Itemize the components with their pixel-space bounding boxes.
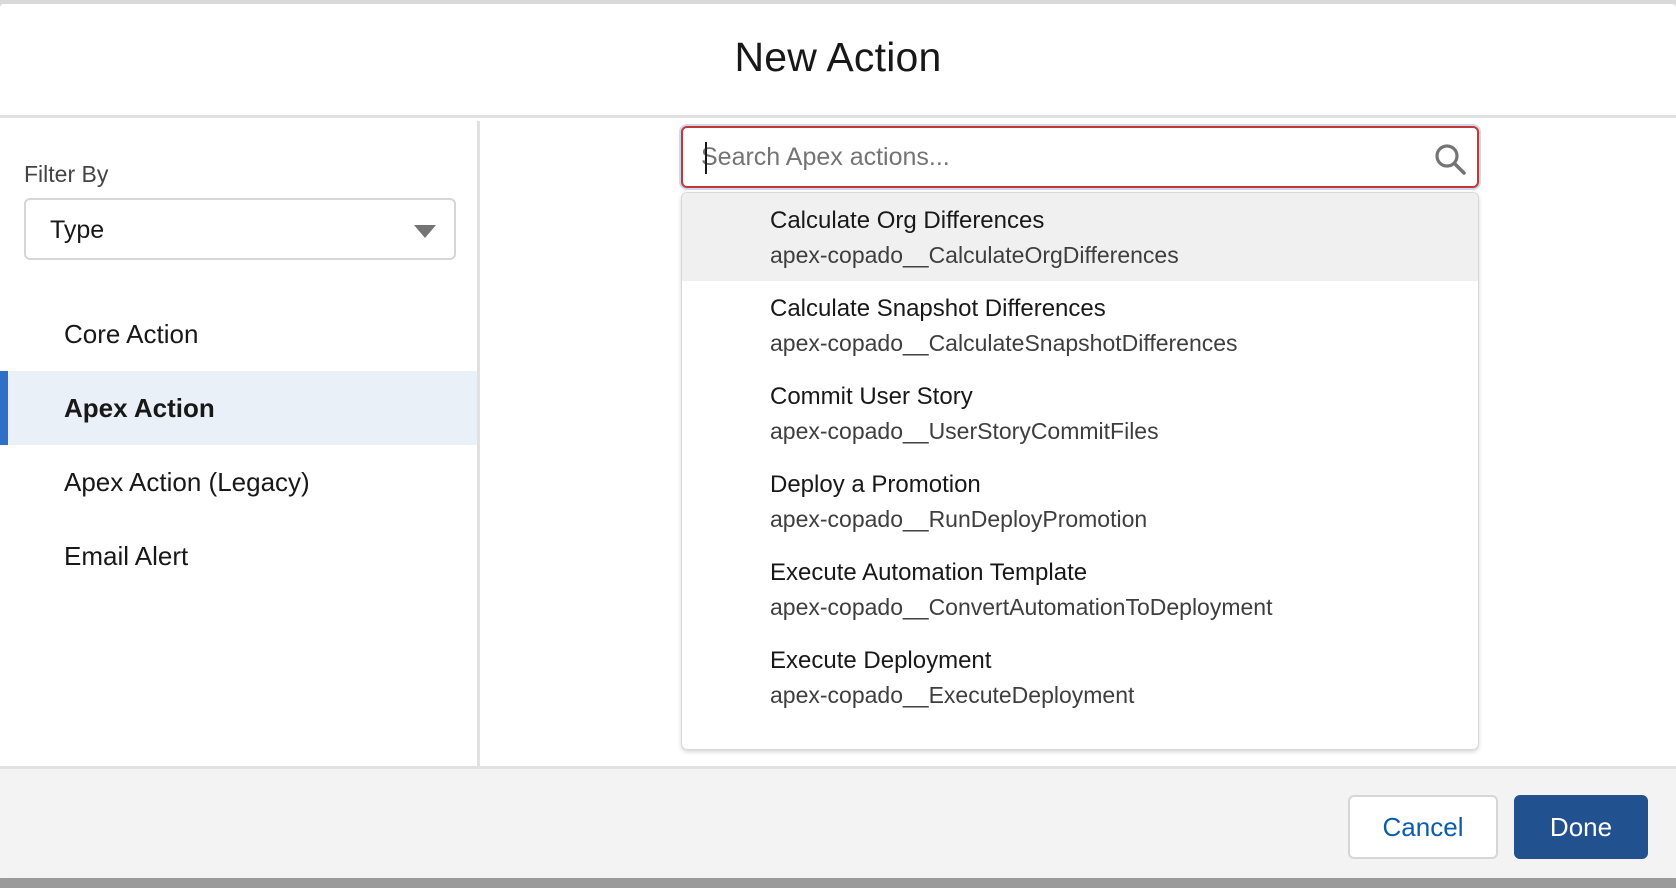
filter-type-select[interactable]: Type — [24, 198, 456, 260]
list-item[interactable]: Calculate Snapshot Differences apex-copa… — [682, 281, 1478, 369]
search-input[interactable] — [701, 138, 1401, 176]
option-label: Calculate Snapshot Differences — [770, 295, 1106, 322]
main-panel: Calculate Org Differences apex-copado__C… — [483, 121, 1676, 766]
modal-title: New Action — [734, 34, 942, 80]
list-item[interactable]: Deploy a Promotion apex-copado__RunDeplo… — [682, 457, 1478, 545]
chevron-down-icon — [414, 225, 436, 238]
nav-item-core-action[interactable]: Core Action — [0, 297, 477, 371]
option-api-name: apex-copado__CalculateSnapshotDifference… — [770, 330, 1238, 356]
list-item[interactable]: Execute Deployment apex-copado__ExecuteD… — [682, 633, 1478, 721]
filter-by-label: Filter By — [24, 161, 109, 187]
modal-footer: Cancel Done — [0, 766, 1676, 878]
option-api-name: apex-copado__ExecuteDeployment — [770, 682, 1135, 708]
option-label: Deploy a Promotion — [770, 471, 981, 498]
done-button[interactable]: Done — [1514, 795, 1648, 859]
action-type-list: Core Action Apex Action Apex Action (Leg… — [0, 297, 477, 593]
nav-item-email-alert[interactable]: Email Alert — [0, 519, 477, 593]
search-results-dropdown: Calculate Org Differences apex-copado__C… — [681, 192, 1479, 750]
option-api-name: apex-copado__CalculateOrgDifferences — [770, 242, 1179, 268]
nav-item-apex-action-legacy[interactable]: Apex Action (Legacy) — [0, 445, 477, 519]
search-box[interactable] — [681, 126, 1479, 188]
text-cursor — [705, 142, 707, 174]
list-item[interactable]: Execute Automation Template apex-copado_… — [682, 545, 1478, 633]
list-item[interactable]: Calculate Org Differences apex-copado__C… — [682, 193, 1478, 281]
search-icon — [1435, 144, 1466, 175]
option-label: Execute Deployment — [770, 647, 992, 674]
background-page-bottom — [0, 878, 1676, 888]
modal-header: New Action — [0, 4, 1676, 118]
filter-sidebar: Filter By Type Core Action Apex Action A… — [0, 121, 480, 766]
option-label: Commit User Story — [770, 383, 973, 410]
option-label: Calculate Org Differences — [770, 207, 1045, 234]
cancel-button[interactable]: Cancel — [1348, 795, 1498, 859]
filter-select-value: Type — [50, 216, 105, 244]
list-item[interactable]: Commit User Story apex-copado__UserStory… — [682, 369, 1478, 457]
option-api-name: apex-copado__RunDeployPromotion — [770, 506, 1148, 532]
option-api-name: apex-copado__ConvertAutomationToDeployme… — [770, 594, 1273, 620]
new-action-modal: New Action Filter By Type Core Action Ap… — [0, 4, 1676, 878]
option-label: Execute Automation Template — [770, 559, 1088, 586]
option-api-name: apex-copado__UserStoryCommitFiles — [770, 418, 1159, 444]
nav-item-apex-action[interactable]: Apex Action — [0, 371, 477, 445]
